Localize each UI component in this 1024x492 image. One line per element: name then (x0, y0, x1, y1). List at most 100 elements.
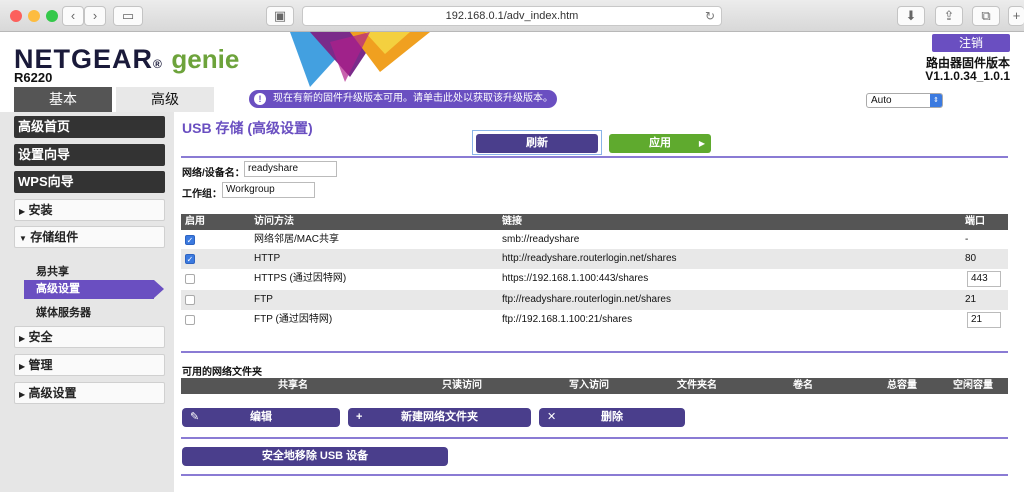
delete-button[interactable]: ✕ 删除 (539, 408, 685, 427)
workgroup-label: 工作组： (182, 189, 222, 200)
table-row: FTP (通过因特网) ftp://192.168.1.100:21/share… (181, 310, 1008, 330)
access-table-header: 启用 访问方法 链接 端口 (181, 214, 1008, 230)
safe-remove-usb-button[interactable]: 安全地移除 USB 设备 (182, 447, 448, 466)
reader-icon[interactable]: ▣ (266, 6, 294, 26)
edit-button[interactable]: ✎ 编辑 (182, 408, 340, 427)
sidebar-item-label: 安全 (28, 330, 53, 344)
sidebar-item-admin[interactable]: ▶ 管理 (14, 354, 165, 376)
address-bar[interactable]: 192.168.0.1/adv_index.htm ↻ (302, 6, 722, 26)
table-row: FTP ftp://readyshare.routerlogin.net/sha… (181, 290, 1008, 310)
sidebar-item-wps-wizard[interactable]: WPS向导 (14, 171, 165, 193)
sidebar-item-security[interactable]: ▶ 安全 (14, 326, 165, 348)
col-folder-name: 文件夹名 (677, 380, 717, 391)
tab-basic[interactable]: 基本 (14, 87, 112, 112)
plus-icon: + (356, 411, 363, 423)
new-tab-icon[interactable]: + (1008, 6, 1024, 26)
tabs-overview-icon[interactable]: ⧉ (972, 6, 1000, 26)
port-cell: 80 (965, 253, 977, 264)
expand-arrow-icon: ▶ (19, 390, 26, 399)
alert-icon: ! (254, 93, 266, 105)
enable-checkbox[interactable] (185, 315, 195, 325)
download-icon[interactable]: ⬇ (897, 6, 925, 26)
refresh-button[interactable]: 刷新 (476, 134, 598, 153)
arrow-right-icon: ▶ (698, 139, 705, 148)
col-enable: 启用 (185, 216, 205, 227)
folders-section-title: 可用的网络文件夹 (182, 367, 262, 378)
link-cell: smb://readyshare (502, 234, 580, 245)
sidebar-item-setup[interactable]: ▶ 安装 (14, 199, 165, 221)
col-port: 端口 (965, 216, 985, 227)
link-cell: https://192.168.1.100:443/shares (502, 273, 649, 284)
sidebar-item-adv-home[interactable]: 高级首页 (14, 116, 165, 138)
sidebar-item-advanced-setup[interactable]: ▶ 高级设置 (14, 382, 165, 404)
new-folder-label: 新建网络文件夹 (401, 411, 478, 423)
enable-checkbox[interactable] (185, 295, 195, 305)
sidebar-sub-advanced-settings[interactable]: 高级设置 (24, 280, 164, 299)
expand-arrow-icon: ▶ (19, 334, 26, 343)
col-share-name: 共享名 (278, 380, 308, 391)
device-name-input[interactable]: readyshare (244, 161, 337, 177)
firmware-update-notice[interactable]: ! 现在有新的固件升级版本可用。请单击此处以获取该升级版本。 (249, 90, 557, 108)
sidebar-item-storage[interactable]: ▼ 存储组件 (14, 226, 165, 248)
enable-checkbox[interactable] (185, 274, 195, 284)
link-cell: ftp://192.168.1.100:21/shares (502, 314, 633, 325)
zoom-window-icon[interactable] (46, 10, 58, 22)
col-read-access: 只读访问 (442, 380, 482, 391)
apply-button[interactable]: 应用 ▶ (609, 134, 711, 153)
model-name: R6220 (14, 70, 53, 85)
sidebar-toggle-icon[interactable]: ▭ (113, 6, 143, 26)
close-window-icon[interactable] (10, 10, 22, 22)
share-icon[interactable]: ⇪ (935, 6, 963, 26)
divider (181, 474, 1008, 476)
port-input[interactable]: 21 (967, 312, 1001, 328)
expand-arrow-icon: ▶ (19, 362, 26, 371)
pencil-icon: ✎ (190, 411, 200, 423)
language-value: Auto (871, 95, 892, 106)
col-free-space: 空闲容量 (953, 380, 993, 391)
notice-text: 现在有新的固件升级版本可用。请单击此处以获取该升级版本。 (273, 93, 553, 104)
sidebar-item-label: 高级设置 (28, 386, 77, 400)
firmware-version: V1.1.0.34_1.0.1 (925, 69, 1010, 83)
folders-table-header: 共享名 只读访问 写入访问 文件夹名 卷名 总容量 空闲容量 (181, 378, 1008, 394)
language-select[interactable]: Auto ⇕ (866, 93, 943, 108)
method-cell: FTP (254, 294, 273, 305)
col-method: 访问方法 (254, 216, 294, 227)
brand-suffix: genie (171, 44, 240, 74)
sidebar-sub-media-server[interactable]: 媒体服务器 (36, 304, 91, 320)
tab-advanced[interactable]: 高级 (116, 87, 214, 112)
sidebar-item-label: 安装 (28, 203, 53, 217)
enable-checkbox[interactable]: ✓ (185, 235, 195, 245)
table-row: ✓ HTTP http://readyshare.routerlogin.net… (181, 249, 1008, 269)
back-arrow-icon[interactable]: ‹ (62, 6, 84, 26)
divider (181, 156, 1008, 158)
sidebar-item-setup-wizard[interactable]: 设置向导 (14, 144, 165, 166)
divider (181, 437, 1008, 439)
delete-label: 删除 (601, 411, 623, 423)
workgroup-input[interactable]: Workgroup (222, 182, 315, 198)
logout-button[interactable]: 注销 (932, 34, 1010, 52)
x-icon: ✕ (547, 411, 557, 423)
url-text: 192.168.0.1/adv_index.htm (445, 10, 579, 22)
link-cell: http://readyshare.routerlogin.net/shares (502, 253, 677, 264)
reload-icon[interactable]: ↻ (705, 7, 715, 25)
method-cell: HTTP (254, 253, 281, 264)
browser-toolbar: ‹ › ▭ ▣ 192.168.0.1/adv_index.htm ↻ ⬇ ⇪ … (0, 0, 1024, 32)
port-cell: 21 (965, 294, 977, 305)
divider (181, 351, 1008, 353)
collapse-arrow-icon: ▼ (19, 234, 27, 243)
expand-arrow-icon: ▶ (19, 207, 26, 216)
select-arrows-icon: ⇕ (930, 94, 942, 107)
new-folder-button[interactable]: + 新建网络文件夹 (348, 408, 531, 427)
forward-arrow-icon[interactable]: › (84, 6, 106, 26)
sidebar-sub-readyshare[interactable]: 易共享 (36, 263, 69, 279)
port-input[interactable]: 443 (967, 271, 1001, 287)
link-cell: ftp://readyshare.routerlogin.net/shares (502, 294, 671, 305)
sidebar-item-label: 管理 (28, 358, 53, 372)
port-cell: - (965, 234, 969, 245)
minimize-window-icon[interactable] (28, 10, 40, 22)
enable-checkbox[interactable]: ✓ (185, 254, 195, 264)
decorative-banner-graphic (290, 32, 430, 87)
col-total-space: 总容量 (887, 380, 917, 391)
apply-label: 应用 (649, 137, 671, 149)
col-write-access: 写入访问 (569, 380, 609, 391)
